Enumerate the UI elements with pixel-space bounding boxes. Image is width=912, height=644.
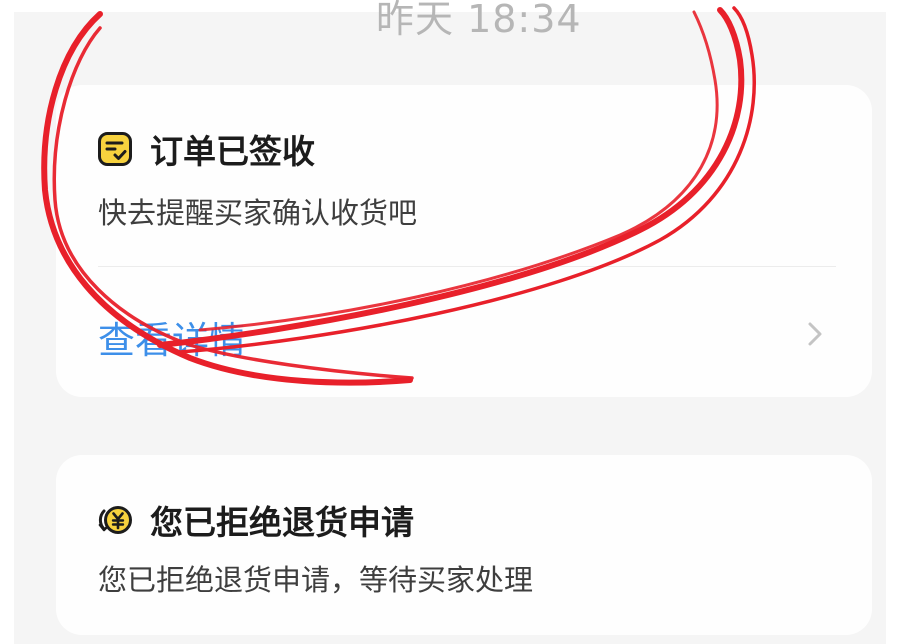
card-divider (98, 266, 836, 267)
card-subtitle: 您已拒绝退货申请，等待买家处理 (98, 563, 534, 597)
card-title-row: 您已拒绝退货申请 (98, 496, 414, 544)
order-signed-icon (98, 132, 132, 166)
message-timestamp: 昨天 18:34 (376, 0, 582, 41)
chevron-right-icon[interactable] (802, 319, 828, 349)
order-signed-card[interactable]: 订单已签收 快去提醒买家确认收货吧 查看详情 (56, 85, 872, 397)
card-title: 您已拒绝退货申请 (150, 503, 414, 542)
screen: 昨天 18:34 订单已签收 快去提醒买家确认收货吧 查看详情 您已拒绝退货申请… (0, 0, 912, 644)
card-subtitle: 快去提醒买家确认收货吧 (98, 196, 418, 230)
refund-yen-icon (98, 503, 132, 537)
view-details-link[interactable]: 查看详情 (98, 310, 246, 364)
card-title: 订单已签收 (150, 132, 315, 171)
chat-panel: 昨天 18:34 订单已签收 快去提醒买家确认收货吧 查看详情 您已拒绝退货申请… (14, 0, 886, 644)
card-title-row: 订单已签收 (98, 125, 315, 173)
return-rejected-card[interactable]: 您已拒绝退货申请 您已拒绝退货申请，等待买家处理 (56, 455, 872, 635)
